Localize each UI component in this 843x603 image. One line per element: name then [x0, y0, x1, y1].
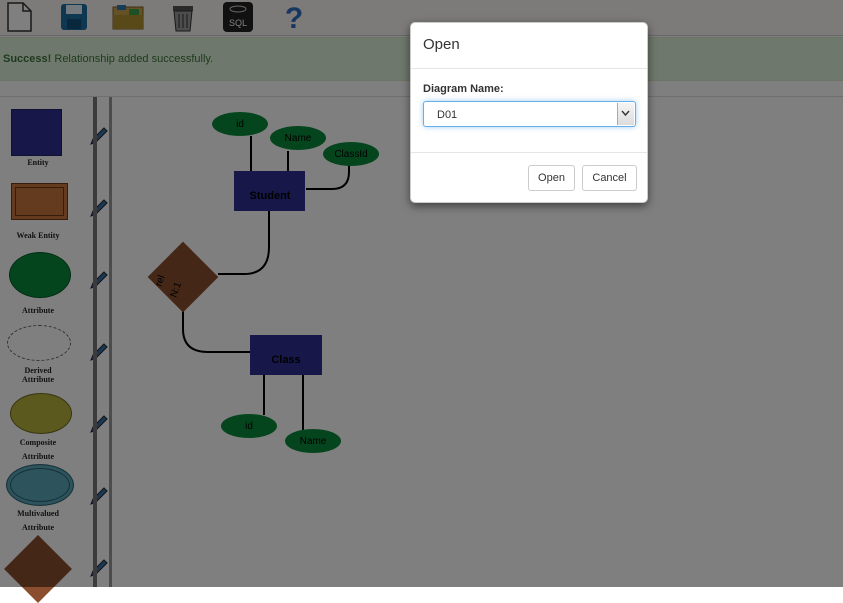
- modal-header: Open: [411, 23, 647, 69]
- open-button[interactable]: Open: [528, 165, 575, 191]
- open-dialog: Open Diagram Name: D01 Open Cancel: [410, 22, 648, 203]
- cancel-button[interactable]: Cancel: [582, 165, 637, 191]
- modal-footer: Open Cancel: [411, 152, 647, 204]
- modal-title: Open: [423, 36, 460, 53]
- diagram-name-select[interactable]: D01: [423, 101, 636, 127]
- diagram-name-value: D01: [437, 109, 458, 121]
- modal-body: Diagram Name: D01: [411, 69, 647, 152]
- chevron-down-icon[interactable]: [617, 103, 634, 125]
- diagram-name-label: Diagram Name:: [423, 83, 504, 95]
